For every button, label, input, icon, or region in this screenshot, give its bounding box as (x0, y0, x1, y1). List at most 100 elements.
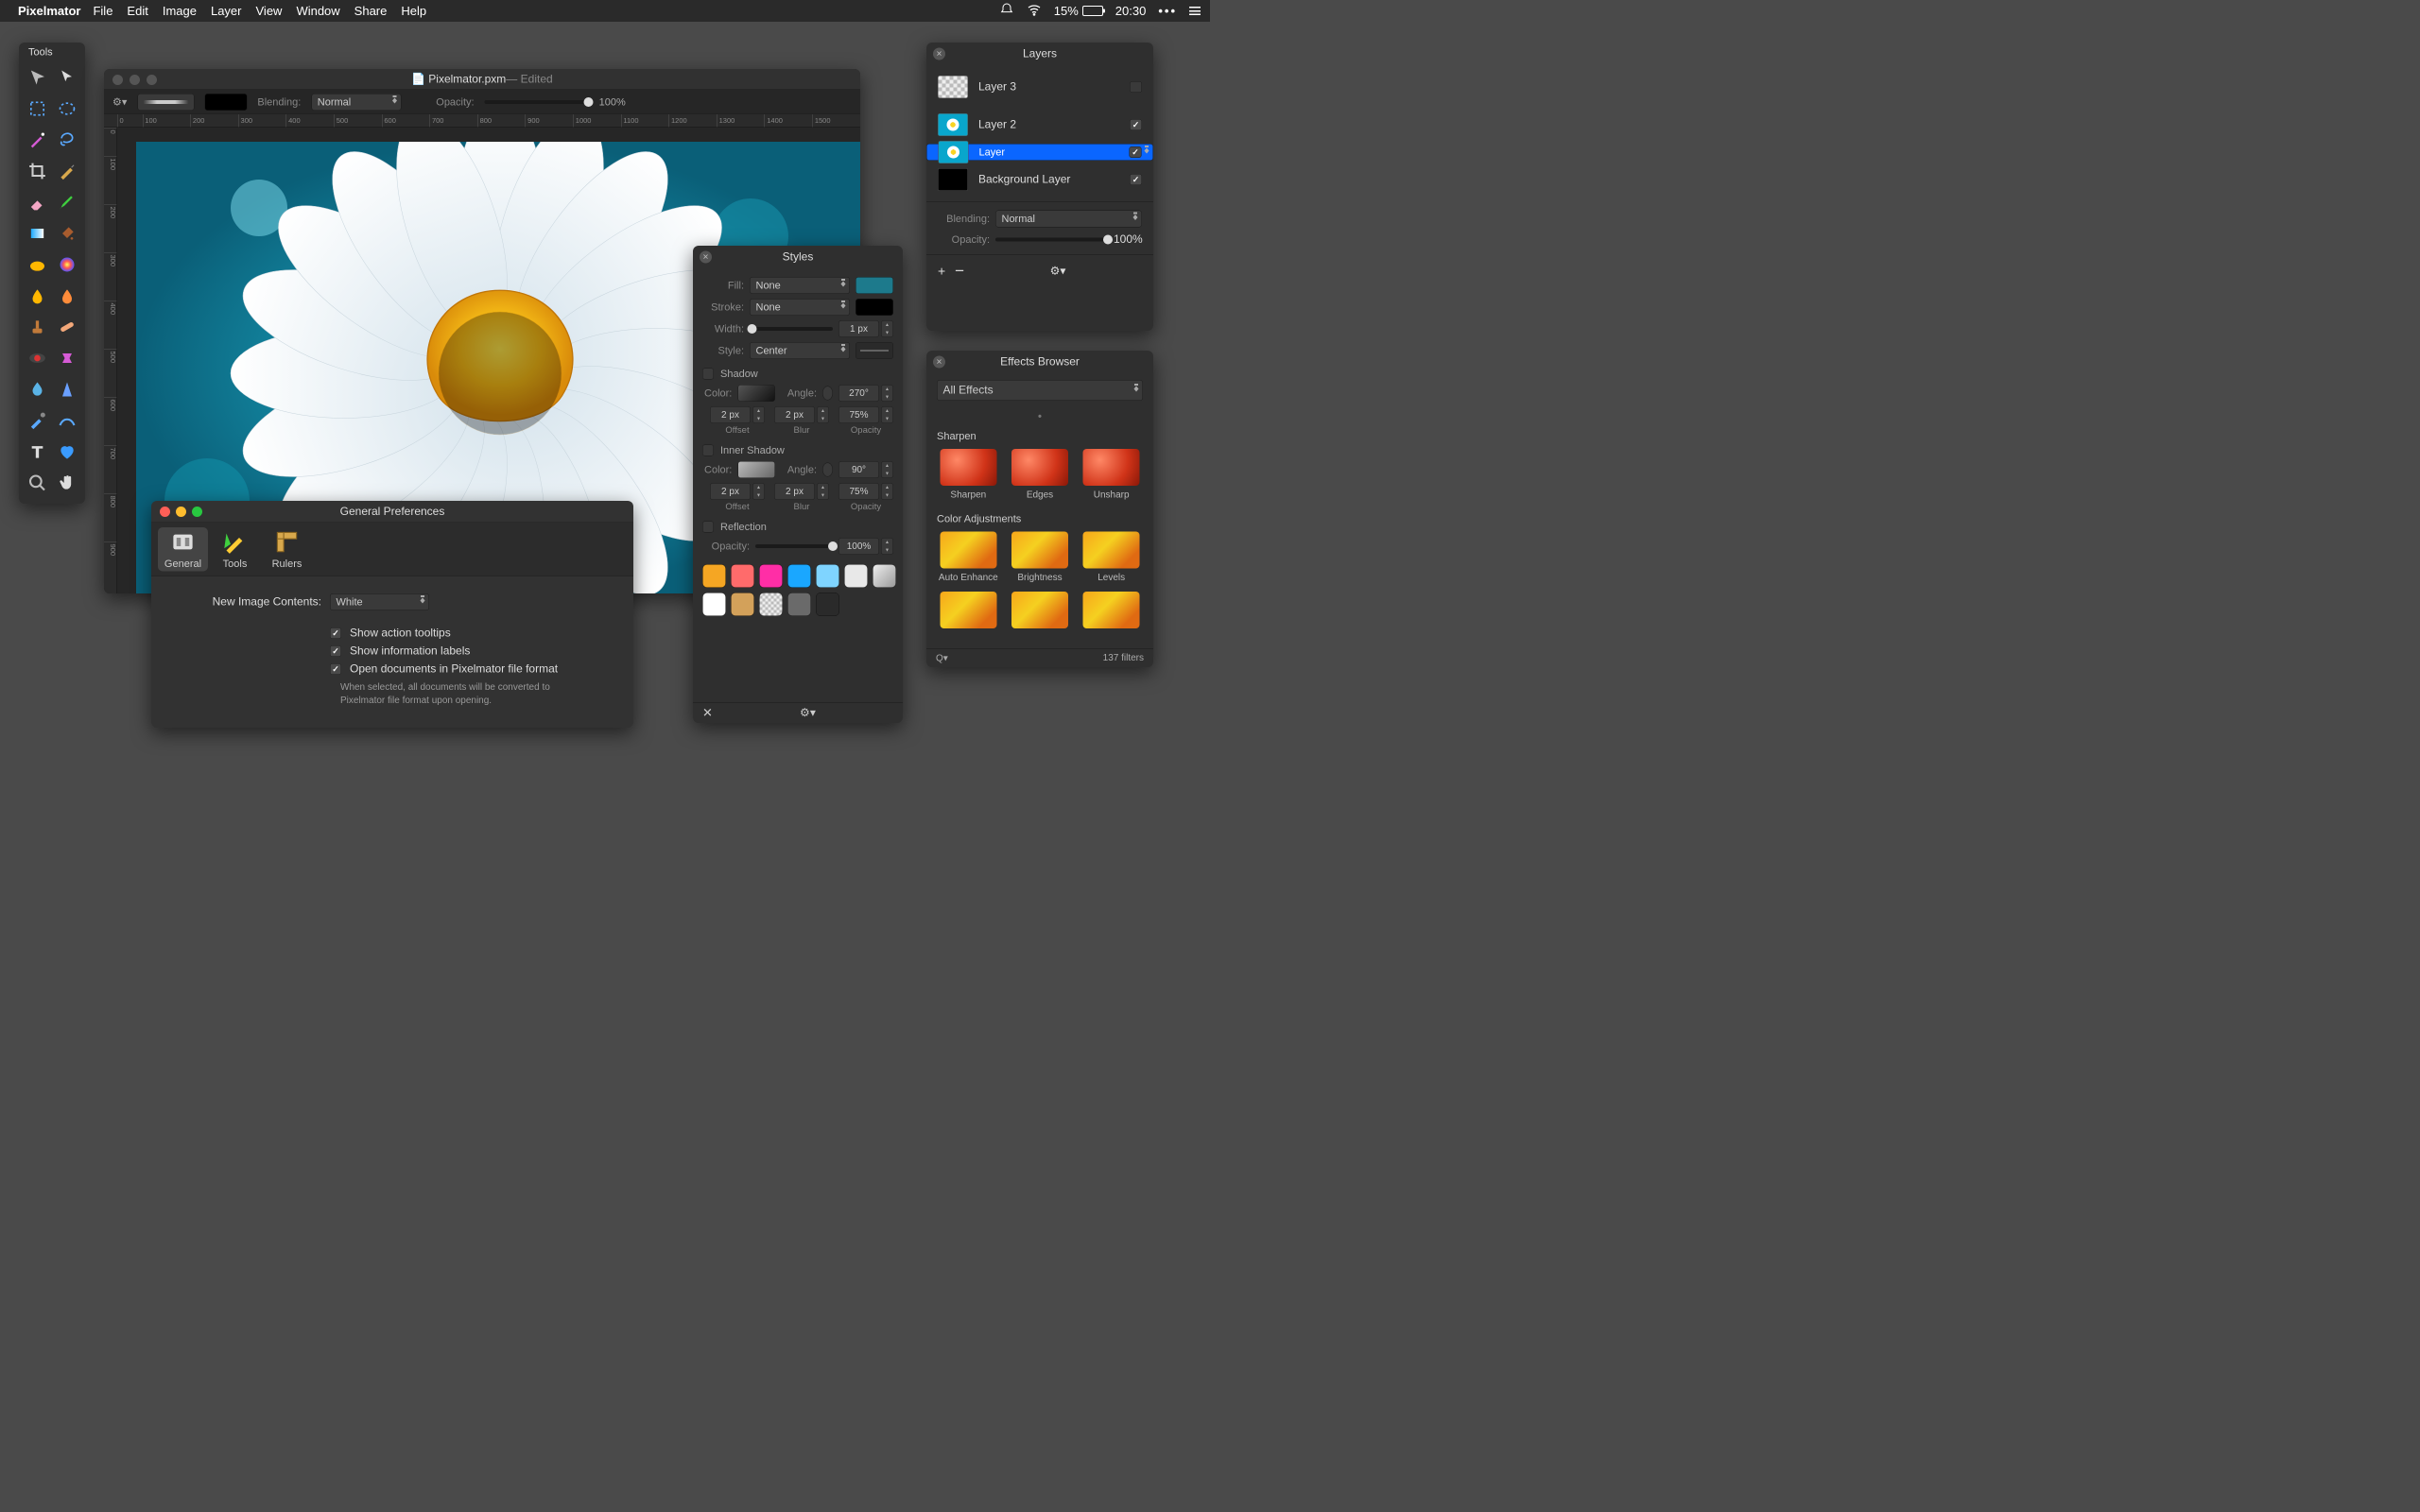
close-icon[interactable]: ✕ (933, 48, 945, 60)
overflow-icon[interactable]: ••• (1158, 4, 1177, 19)
clone-tool-icon[interactable] (24, 313, 51, 341)
prefs-tab-general[interactable]: General (158, 527, 208, 572)
color-swatch[interactable] (787, 593, 811, 616)
inner-blur-stepper[interactable]: ▲▼ (817, 483, 829, 500)
inner-blur[interactable]: 2 px (774, 483, 815, 500)
inner-angle-dial[interactable] (822, 463, 833, 477)
color-swatch[interactable] (816, 564, 839, 588)
menu-view[interactable]: View (255, 4, 282, 19)
color-swatch[interactable] (759, 564, 783, 588)
shadow-color[interactable] (737, 385, 774, 402)
stroke-select[interactable]: None (750, 299, 850, 316)
fill-select[interactable]: None (750, 277, 850, 294)
traffic-lights[interactable] (160, 507, 202, 517)
shadow-offset[interactable]: 2 px (710, 406, 751, 423)
search-icon[interactable]: Q▾ (936, 652, 948, 664)
info-labels-checkbox[interactable] (330, 645, 341, 657)
pen-tool-icon[interactable] (54, 157, 81, 185)
layer-visibility-checkbox[interactable] (1130, 146, 1142, 158)
battery-indicator[interactable]: 15% (1054, 4, 1103, 19)
fill-color[interactable] (856, 277, 893, 294)
marquee-tool-icon[interactable] (24, 94, 51, 123)
effect-sharpen[interactable]: Sharpen (937, 449, 1000, 501)
inner-angle-value[interactable]: 90° (838, 461, 879, 478)
angle-dial[interactable] (822, 387, 833, 401)
width-slider[interactable] (750, 327, 833, 331)
inner-shadow-color[interactable] (737, 461, 774, 478)
width-stepper[interactable]: ▲▼ (881, 320, 893, 337)
traffic-lights[interactable] (112, 75, 157, 85)
effect-item[interactable] (937, 592, 1000, 628)
inner-angle-stepper[interactable]: ▲▼ (881, 461, 893, 478)
hand-tool-icon[interactable] (54, 469, 81, 497)
gear-icon[interactable]: ⚙︎▾ (1050, 265, 1066, 279)
pixel-tool-icon[interactable] (24, 250, 51, 279)
smudge-tool-icon[interactable] (24, 282, 51, 310)
layer-row[interactable]: Layer 3 (926, 68, 1153, 106)
inner-offset[interactable]: 2 px (710, 483, 751, 500)
bucket-tool-icon[interactable] (54, 219, 81, 248)
inner-offset-stepper[interactable]: ▲▼ (752, 483, 765, 500)
select-tool-icon[interactable] (54, 63, 81, 92)
shape-tool-icon[interactable] (54, 438, 81, 466)
layer-visibility-checkbox[interactable] (1130, 119, 1142, 130)
effect-auto-enhance[interactable]: Auto Enhance (937, 532, 1000, 584)
color-tool-icon[interactable] (54, 250, 81, 279)
new-image-select[interactable]: White (330, 593, 429, 610)
shadow-opacity[interactable]: 75% (838, 406, 879, 423)
width-value[interactable]: 1 px (838, 320, 879, 337)
menu-help[interactable]: Help (401, 4, 426, 19)
effect-levels[interactable]: Levels (1080, 532, 1143, 584)
type-tool-icon[interactable] (24, 438, 51, 466)
effect-item[interactable] (1009, 592, 1072, 628)
eyedropper-tool-icon[interactable] (24, 406, 51, 435)
eraser-tool-icon[interactable] (24, 188, 51, 216)
gear-icon[interactable]: ⚙︎▾ (112, 95, 127, 108)
effect-brightness[interactable]: Brightness (1009, 532, 1072, 584)
color-swatch[interactable] (844, 564, 868, 588)
crop-tool-icon[interactable] (24, 157, 51, 185)
lasso-tool-icon[interactable] (54, 126, 81, 154)
refl-slider[interactable] (755, 544, 833, 548)
angle-stepper[interactable]: ▲▼ (881, 385, 893, 402)
list-icon[interactable] (1189, 7, 1201, 15)
prefs-tab-rulers[interactable]: Rulers (262, 527, 312, 572)
menu-share[interactable]: Share (354, 4, 388, 19)
inner-op-stepper[interactable]: ▲▼ (881, 483, 893, 500)
layer-visibility-checkbox[interactable] (1130, 174, 1142, 185)
op-stepper[interactable]: ▲▼ (881, 406, 893, 423)
open-format-checkbox[interactable] (330, 663, 341, 675)
wand-tool-icon[interactable] (24, 126, 51, 154)
inner-shadow-checkbox[interactable] (702, 445, 714, 456)
offset-stepper[interactable]: ▲▼ (752, 406, 765, 423)
refl-stepper[interactable]: ▲▼ (881, 538, 893, 555)
wifi-icon[interactable] (1027, 2, 1042, 21)
color-swatch[interactable] (787, 564, 811, 588)
opacity-slider[interactable] (485, 100, 589, 104)
layer-visibility-checkbox[interactable] (1130, 81, 1142, 93)
prefs-tab-tools[interactable]: Tools (210, 527, 260, 572)
zoom-tool-icon[interactable] (24, 469, 51, 497)
brush-preview[interactable] (137, 94, 194, 111)
menu-edit[interactable]: Edit (127, 4, 147, 19)
app-name[interactable]: Pixelmator (18, 4, 80, 19)
tooltip-checkbox[interactable] (330, 627, 341, 639)
close-icon[interactable]: ✕ (700, 251, 712, 264)
color-swatch[interactable] (816, 593, 839, 616)
color-swatch[interactable] (873, 564, 896, 588)
heal-tool-icon[interactable] (54, 313, 81, 341)
sharpen-tool-icon[interactable] (54, 375, 81, 404)
refl-opacity-value[interactable]: 100% (838, 538, 879, 555)
layer-opacity-slider[interactable] (995, 238, 1108, 242)
layer-row[interactable]: Background Layer (926, 161, 1153, 198)
menu-image[interactable]: Image (163, 4, 197, 19)
color-swatch[interactable] (759, 593, 783, 616)
effect-unsharp[interactable]: Unsharp (1080, 449, 1143, 501)
layer-row[interactable]: Layer (926, 144, 1153, 161)
color-swatch[interactable] (702, 593, 726, 616)
blending-select[interactable]: Normal (311, 94, 401, 111)
gear-icon[interactable]: ⚙︎▾ (800, 706, 816, 720)
warp-tool-icon[interactable] (54, 344, 81, 372)
move-tool-icon[interactable] (24, 63, 51, 92)
effect-item[interactable] (1080, 592, 1143, 628)
